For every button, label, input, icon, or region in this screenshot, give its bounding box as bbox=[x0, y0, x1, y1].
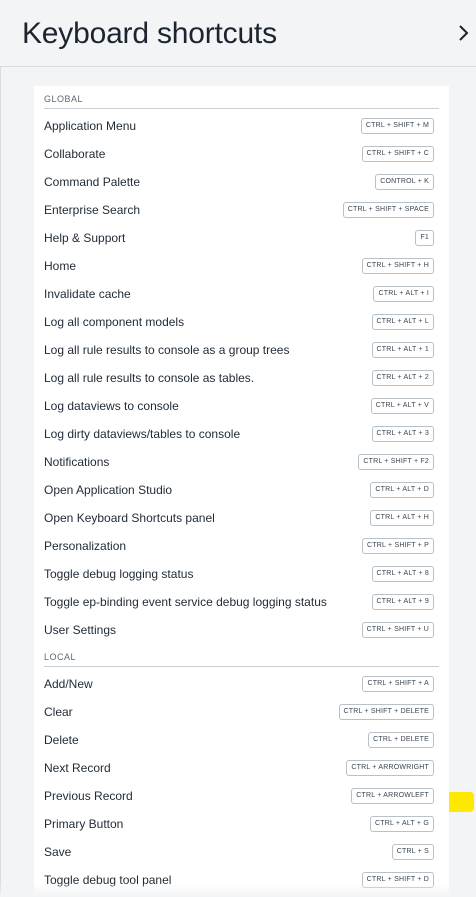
section-divider bbox=[44, 108, 439, 109]
shortcut-keys: CTRL + ALT + G bbox=[369, 816, 434, 832]
shortcut-row: Toggle ep-binding event service debug lo… bbox=[34, 588, 449, 616]
shortcut-keys: CTRL + ALT + 8 bbox=[371, 566, 434, 582]
shortcut-keys: CTRL + S bbox=[391, 844, 434, 860]
shortcut-row: Delete CTRL + DELETE bbox=[34, 726, 449, 754]
shortcut-label: Previous Record bbox=[44, 789, 133, 803]
shortcut-row: Personalization CTRL + SHIFT + P bbox=[34, 532, 449, 560]
section-divider bbox=[44, 666, 439, 667]
shortcut-keys: CTRL + ALT + 9 bbox=[371, 594, 434, 610]
shortcut-row: Previous Record CTRL + ARROWLEFT bbox=[34, 782, 449, 810]
shortcut-keys: CTRL + ALT + 2 bbox=[371, 370, 434, 386]
shortcut-row: Invalidate cache CTRL + ALT + I bbox=[34, 280, 449, 308]
shortcut-keys: CTRL + ARROWLEFT bbox=[351, 788, 434, 804]
shortcut-keys: CTRL + ALT + 3 bbox=[371, 426, 434, 442]
section-heading: LOCAL bbox=[44, 652, 77, 662]
shortcut-keys: CTRL + SHIFT + DELETE bbox=[338, 704, 434, 720]
shortcut-label: Log all rule results to console as a gro… bbox=[44, 343, 290, 357]
shortcut-label: Log all rule results to console as table… bbox=[44, 371, 255, 385]
shortcut-row: Log all rule results to console as a gro… bbox=[34, 336, 449, 364]
shortcuts-list: GLOBAL Application Menu CTRL + SHIFT + M Co… bbox=[34, 86, 449, 897]
shortcut-row: Next Record CTRL + ARROWRIGHT bbox=[34, 754, 449, 782]
shortcut-row: Help & Support F1 bbox=[34, 224, 449, 252]
shortcut-label: Help & Support bbox=[44, 231, 126, 245]
shortcut-label: Log dataviews to console bbox=[44, 399, 179, 413]
shortcut-row: Log all rule results to console as table… bbox=[34, 364, 449, 392]
shortcut-label: Enterprise Search bbox=[44, 203, 141, 217]
shortcut-label: Collaborate bbox=[44, 147, 106, 161]
shortcut-label: Open Keyboard Shortcuts panel bbox=[44, 511, 215, 525]
shortcut-label: Notifications bbox=[44, 455, 110, 469]
shortcut-row: Open Application Studio CTRL + ALT + D bbox=[34, 476, 449, 504]
shortcut-keys: CTRL + DELETE bbox=[368, 732, 434, 748]
shortcut-label: Invalidate cache bbox=[44, 287, 131, 301]
shortcut-row: Home CTRL + SHIFT + H bbox=[34, 252, 449, 280]
shortcut-keys: F1 bbox=[415, 230, 434, 246]
shortcut-row: Application Menu CTRL + SHIFT + M bbox=[34, 112, 449, 140]
shortcut-keys: CTRL + SHIFT + D bbox=[361, 872, 434, 888]
shortcut-row: Collaborate CTRL + SHIFT + C bbox=[34, 140, 449, 168]
shortcut-keys: CTRL + SHIFT + M bbox=[360, 118, 434, 134]
shortcut-label: Toggle debug tool panel bbox=[44, 873, 172, 887]
shortcut-row: Toggle debug tool panel CTRL + SHIFT + D bbox=[34, 866, 449, 894]
shortcut-row: Clear CTRL + SHIFT + DELETE bbox=[34, 698, 449, 726]
section-heading: GLOBAL bbox=[44, 94, 84, 104]
shortcut-label: Add/New bbox=[44, 677, 93, 691]
shortcut-keys: CTRL + SHIFT + U bbox=[361, 622, 434, 638]
shortcut-label: Home bbox=[44, 259, 77, 273]
shortcut-label: Toggle ep-binding event service debug lo… bbox=[44, 595, 327, 609]
shortcut-keys: CTRL + SHIFT + P bbox=[362, 538, 434, 554]
shortcut-label: Application Menu bbox=[44, 119, 137, 133]
shortcut-row: Command Palette CONTROL + K bbox=[34, 168, 449, 196]
shortcut-keys: CTRL + ALT + H bbox=[370, 510, 434, 526]
shortcut-keys: CONTROL + K bbox=[375, 174, 434, 190]
shortcut-label: Personalization bbox=[44, 539, 127, 553]
shortcut-keys: CTRL + ALT + I bbox=[373, 286, 434, 302]
shortcut-keys: CTRL + SHIFT + C bbox=[361, 146, 434, 162]
shortcut-label: Log dirty dataviews/tables to console bbox=[44, 427, 241, 441]
shortcut-row: Notifications CTRL + SHIFT + F2 bbox=[34, 448, 449, 476]
shortcut-keys: CTRL + ALT + V bbox=[370, 398, 434, 414]
shortcut-row: Save CTRL + S bbox=[34, 838, 449, 866]
keyboard-shortcuts-panel: Keyboard shortcuts GLOBAL Application Men… bbox=[0, 0, 476, 897]
shortcut-keys: CTRL + SHIFT + H bbox=[361, 258, 434, 274]
shortcut-row: Log dirty dataviews/tables to console CTR… bbox=[34, 420, 449, 448]
shortcut-row: Log dataviews to console CTRL + ALT + V bbox=[34, 392, 449, 420]
shortcut-row: Enterprise Search CTRL + SHIFT + SPACE bbox=[34, 196, 449, 224]
shortcut-row: Primary Button CTRL + ALT + G bbox=[34, 810, 449, 838]
panel-edge bbox=[0, 0, 1, 897]
shortcut-keys: CTRL + SHIFT + A bbox=[362, 676, 434, 692]
shortcut-keys: CTRL + ARROWRIGHT bbox=[346, 760, 434, 776]
shortcut-row: Log all component models CTRL + ALT + L bbox=[34, 308, 449, 336]
shortcut-label: Clear bbox=[44, 705, 73, 719]
panel-header: Keyboard shortcuts bbox=[0, 0, 476, 67]
shortcut-label: Toggle debug logging status bbox=[44, 567, 194, 581]
shortcut-keys: CTRL + ALT + D bbox=[370, 482, 434, 498]
shortcut-row: User Settings CTRL + SHIFT + U bbox=[34, 616, 449, 644]
shortcut-label: Primary Button bbox=[44, 817, 124, 831]
shortcut-label: Log all component models bbox=[44, 315, 185, 329]
close-chevron-icon[interactable] bbox=[458, 22, 476, 44]
shortcut-label: Next Record bbox=[44, 761, 111, 775]
shortcut-keys: CTRL + SHIFT + F2 bbox=[358, 454, 434, 470]
shortcut-label: Command Palette bbox=[44, 175, 141, 189]
shortcut-label: Delete bbox=[44, 733, 79, 747]
shortcut-label: Save bbox=[44, 845, 72, 859]
chevron-right-icon bbox=[459, 25, 469, 41]
shortcut-row: Toggle debug logging status CTRL + ALT + … bbox=[34, 560, 449, 588]
shortcut-keys: CTRL + ALT + 1 bbox=[371, 342, 434, 358]
panel-title: Keyboard shortcuts bbox=[22, 17, 277, 50]
shortcut-label: Open Application Studio bbox=[44, 483, 173, 497]
shortcut-row: Add/New CTRL + SHIFT + A bbox=[34, 670, 449, 698]
shortcut-keys: CTRL + ALT + L bbox=[371, 314, 434, 330]
shortcut-label: User Settings bbox=[44, 623, 117, 637]
shortcut-row: Open Keyboard Shortcuts panel CTRL + ALT … bbox=[34, 504, 449, 532]
shortcut-keys: CTRL + SHIFT + SPACE bbox=[342, 202, 434, 218]
